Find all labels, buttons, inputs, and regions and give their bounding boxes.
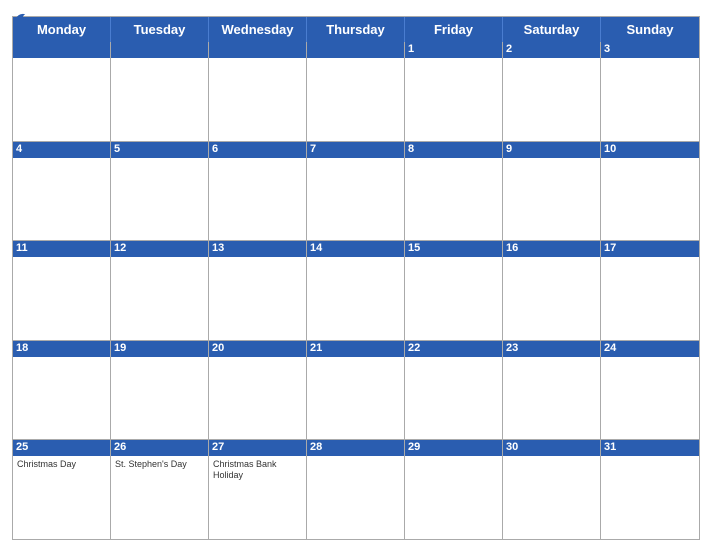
day-header-friday: Friday	[405, 17, 503, 42]
day-cell-21: 21	[307, 341, 405, 440]
day-number: 17	[601, 241, 699, 257]
day-cell-28: 28	[307, 440, 405, 539]
week-row-2: 45678910	[13, 141, 699, 241]
day-number: 19	[111, 341, 208, 357]
day-cell-empty-2	[209, 42, 307, 141]
day-cell-5: 5	[111, 142, 209, 241]
day-cell-empty-0	[13, 42, 111, 141]
day-cell-8: 8	[405, 142, 503, 241]
day-header-sunday: Sunday	[601, 17, 699, 42]
day-number: 4	[13, 142, 110, 158]
day-number: 16	[503, 241, 600, 257]
day-number: 11	[13, 241, 110, 257]
day-event: Christmas Day	[17, 459, 106, 470]
day-header-thursday: Thursday	[307, 17, 405, 42]
day-cell-25: 25 Christmas Day	[13, 440, 111, 539]
day-number: 3	[601, 42, 699, 58]
day-cell-1: 1	[405, 42, 503, 141]
day-number: 22	[405, 341, 502, 357]
day-cell-16: 16	[503, 241, 601, 340]
calendar-page: MondayTuesdayWednesdayThursdayFridaySatu…	[0, 0, 712, 550]
day-number: 30	[503, 440, 600, 456]
week-row-5: 25 Christmas Day 26 St. Stephen's Day 27 Chri…	[13, 439, 699, 539]
day-cell-empty-3	[307, 42, 405, 141]
day-number: 13	[209, 241, 306, 257]
day-cell-3: 3	[601, 42, 699, 141]
day-number: 18	[13, 341, 110, 357]
day-cell-4: 4	[13, 142, 111, 241]
day-cell-18: 18	[13, 341, 111, 440]
day-header-saturday: Saturday	[503, 17, 601, 42]
day-number: 9	[503, 142, 600, 158]
day-number: 29	[405, 440, 502, 456]
logo-bird-icon	[14, 11, 30, 27]
day-event: St. Stephen's Day	[115, 459, 204, 470]
day-number: 2	[503, 42, 600, 58]
day-number: 27	[209, 440, 306, 456]
day-cell-24: 24	[601, 341, 699, 440]
day-number	[111, 42, 208, 58]
calendar-grid: MondayTuesdayWednesdayThursdayFridaySatu…	[12, 16, 700, 540]
day-cell-30: 30	[503, 440, 601, 539]
day-header-tuesday: Tuesday	[111, 17, 209, 42]
day-header-wednesday: Wednesday	[209, 17, 307, 42]
weeks-container: 1234567891011121314151617181920212223242…	[13, 42, 699, 539]
day-number: 24	[601, 341, 699, 357]
week-row-3: 11121314151617	[13, 240, 699, 340]
day-cell-6: 6	[209, 142, 307, 241]
day-number: 6	[209, 142, 306, 158]
day-number: 23	[503, 341, 600, 357]
day-cell-29: 29	[405, 440, 503, 539]
day-number: 10	[601, 142, 699, 158]
day-cell-27: 27 Christmas Bank Holiday	[209, 440, 307, 539]
week-row-1: 123	[13, 42, 699, 141]
day-number: 8	[405, 142, 502, 158]
day-cell-11: 11	[13, 241, 111, 340]
day-number	[209, 42, 306, 58]
day-cell-17: 17	[601, 241, 699, 340]
day-number: 26	[111, 440, 208, 456]
day-number: 25	[13, 440, 110, 456]
day-cell-19: 19	[111, 341, 209, 440]
day-number	[13, 42, 110, 58]
day-number: 20	[209, 341, 306, 357]
day-number: 5	[111, 142, 208, 158]
day-event: Christmas Bank Holiday	[213, 459, 302, 481]
day-cell-10: 10	[601, 142, 699, 241]
day-cell-12: 12	[111, 241, 209, 340]
day-cell-13: 13	[209, 241, 307, 340]
day-cell-7: 7	[307, 142, 405, 241]
day-number: 31	[601, 440, 699, 456]
day-number: 1	[405, 42, 502, 58]
day-cell-9: 9	[503, 142, 601, 241]
day-cell-22: 22	[405, 341, 503, 440]
day-cell-2: 2	[503, 42, 601, 141]
day-cell-31: 31	[601, 440, 699, 539]
day-cell-empty-1	[111, 42, 209, 141]
day-cell-26: 26 St. Stephen's Day	[111, 440, 209, 539]
day-number: 21	[307, 341, 404, 357]
day-cell-15: 15	[405, 241, 503, 340]
day-number: 15	[405, 241, 502, 257]
day-cell-23: 23	[503, 341, 601, 440]
week-row-4: 18192021222324	[13, 340, 699, 440]
day-number: 14	[307, 241, 404, 257]
day-number: 7	[307, 142, 404, 158]
day-number: 28	[307, 440, 404, 456]
day-cell-14: 14	[307, 241, 405, 340]
day-headers-row: MondayTuesdayWednesdayThursdayFridaySatu…	[13, 17, 699, 42]
day-cell-20: 20	[209, 341, 307, 440]
day-number: 12	[111, 241, 208, 257]
day-number	[307, 42, 404, 58]
